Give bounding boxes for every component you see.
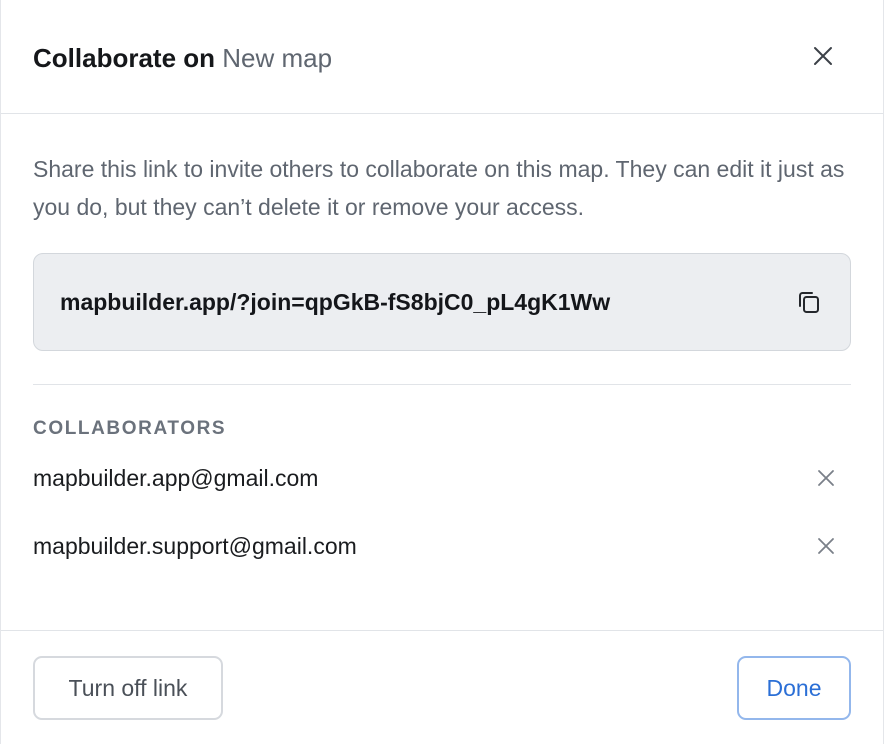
remove-icon xyxy=(818,538,834,554)
collaborators-heading: COLLABORATORS xyxy=(33,418,227,439)
dialog-title-map-name: New map xyxy=(222,42,333,73)
share-description: Share this link to invite others to coll… xyxy=(33,156,845,220)
dialog-title: Collaborate on New map xyxy=(33,45,332,71)
dialog-footer: Turn off link Done xyxy=(1,630,883,744)
remove-icon xyxy=(818,470,834,486)
share-link-box[interactable]: mapbuilder.app/?join=qpGkB-fS8bjC0_pL4gK… xyxy=(33,253,851,351)
dialog-body: Share this link to invite others to coll… xyxy=(1,114,883,565)
turn-off-link-button[interactable]: Turn off link xyxy=(33,656,223,720)
dialog-title-prefix: Collaborate on xyxy=(33,42,216,73)
copy-icon xyxy=(799,292,819,313)
remove-collaborator-button[interactable] xyxy=(813,465,839,491)
done-button[interactable]: Done xyxy=(737,656,851,720)
close-icon xyxy=(814,47,832,65)
collaborator-email: mapbuilder.support@gmail.com xyxy=(33,532,357,559)
share-link-text[interactable]: mapbuilder.app/?join=qpGkB-fS8bjC0_pL4gK… xyxy=(60,289,610,316)
list-item: mapbuilder.support@gmail.com xyxy=(33,527,851,565)
collaborator-email: mapbuilder.app@gmail.com xyxy=(33,464,319,491)
copy-link-button[interactable] xyxy=(794,287,824,317)
collaborators-list: mapbuilder.app@gmail.com mapbuilder.supp… xyxy=(33,459,851,565)
remove-collaborator-button[interactable] xyxy=(813,533,839,559)
collaborate-dialog: Collaborate on New map Share this link t… xyxy=(0,0,884,744)
dialog-header: Collaborate on New map xyxy=(1,0,883,114)
close-button[interactable] xyxy=(809,42,837,70)
list-item: mapbuilder.app@gmail.com xyxy=(33,459,851,497)
section-divider xyxy=(33,384,851,385)
